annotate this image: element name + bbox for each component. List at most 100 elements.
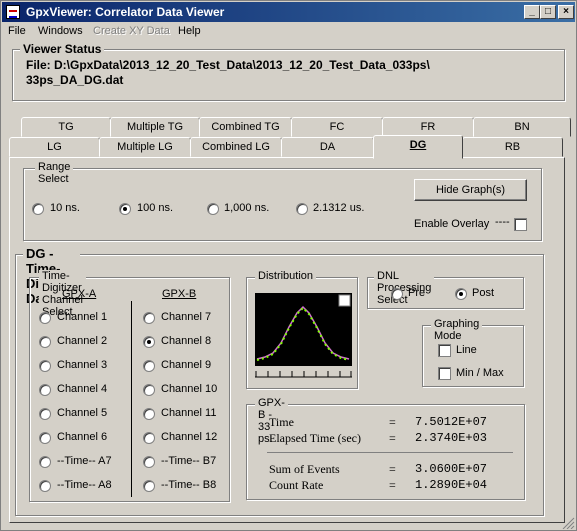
stat-elapsed-eq: = xyxy=(389,431,396,445)
status-file-line1: File: D:\GpxData\2013_12_20_Test_Data\20… xyxy=(26,58,430,72)
gpx-a-channel-radio[interactable] xyxy=(39,384,51,396)
gpx-a-channel-label: Channel 2 xyxy=(57,335,108,347)
tab-tg[interactable]: TG xyxy=(21,117,111,137)
graphing-mode-label: Graphing Mode xyxy=(431,318,483,342)
gpx-a-channel-radio[interactable] xyxy=(39,456,51,468)
tab-da[interactable]: DA xyxy=(281,137,374,157)
dnl-post-label: Post xyxy=(472,287,495,299)
tab-multiple-tg[interactable]: Multiple TG xyxy=(110,117,200,137)
stat-time-label: Time xyxy=(269,415,294,429)
enable-overlay-label: Enable Overlay xyxy=(414,218,490,230)
range-1000ns-label: 1,000 ns. xyxy=(224,202,270,214)
gpx-b-channel-radio[interactable] xyxy=(143,336,155,348)
line-checkbox[interactable] xyxy=(438,344,451,357)
gpx-a-channel-label: --Time-- A7 xyxy=(57,455,112,467)
title-bar[interactable]: GpxViewer: Correlator Data Viewer _ □ × xyxy=(2,2,575,22)
gpx-b-heading: GPX-B xyxy=(162,288,197,300)
gpx-a-channel-radio[interactable] xyxy=(39,432,51,444)
gpx-b-channel-label: Channel 7 xyxy=(161,311,212,323)
range-10ns-label: 10 ns. xyxy=(50,202,80,214)
viewer-status-label: Viewer Status xyxy=(20,42,105,56)
range-1000ns-radio[interactable] xyxy=(207,203,219,215)
gpx-b-channel-radio[interactable] xyxy=(143,384,155,396)
gpx-b-channel-radio[interactable] xyxy=(143,408,155,420)
line-label: Line xyxy=(456,344,477,356)
overlay-dash: ---- xyxy=(495,216,510,228)
menu-create-xy-data[interactable]: Create XY Data xyxy=(93,25,170,37)
channel-divider xyxy=(131,301,132,497)
gpx-b-channel-label: Channel 12 xyxy=(161,431,218,443)
gpx-b-channel-label: Channel 9 xyxy=(161,359,212,371)
gpx-a-channel-radio[interactable] xyxy=(39,312,51,324)
gpx-b-channel-label: Channel 8 xyxy=(161,335,212,347)
gpx-a-channel-label: Channel 1 xyxy=(57,311,108,323)
enable-overlay-checkbox[interactable] xyxy=(514,218,527,231)
gpx-b-channel-radio[interactable] xyxy=(143,456,155,468)
menu-file[interactable]: File xyxy=(8,25,26,37)
gpx-a-channel-radio[interactable] xyxy=(39,360,51,372)
dnl-processing-label: DNL Processing Select xyxy=(374,270,435,306)
stat-elapsed-label: Elapsed Time (sec) xyxy=(269,431,361,445)
minimize-button[interactable]: _ xyxy=(524,5,540,19)
tab-fr[interactable]: FR xyxy=(382,117,474,137)
tab-multiple-lg[interactable]: Multiple LG xyxy=(99,137,191,157)
gpx-b-channel-label: Channel 10 xyxy=(161,383,218,395)
gpx-b-channel-radio[interactable] xyxy=(143,480,155,492)
gpx-a-channel-label: Channel 5 xyxy=(57,407,108,419)
minmax-label: Min / Max xyxy=(456,367,504,379)
window-title: GpxViewer: Correlator Data Viewer xyxy=(26,5,225,19)
tab-bn[interactable]: BN xyxy=(473,117,571,137)
range-10ns-radio[interactable] xyxy=(32,203,44,215)
gpx-a-channel-radio[interactable] xyxy=(39,408,51,420)
stat-sum-events-eq: = xyxy=(389,462,396,476)
range-2us-label: 2.1312 us. xyxy=(313,202,365,214)
minmax-checkbox[interactable] xyxy=(438,367,451,380)
gpx-b-channel-radio[interactable] xyxy=(143,312,155,324)
plot-scale-ticks xyxy=(255,371,352,377)
gpx-b-channel-label: --Time-- B8 xyxy=(161,479,217,491)
gpx-a-channel-radio[interactable] xyxy=(39,336,51,348)
tab-fc[interactable]: FC xyxy=(291,117,383,137)
distribution-plot[interactable] xyxy=(255,293,352,383)
range-2us-radio[interactable] xyxy=(296,203,308,215)
hide-graphs-button[interactable]: Hide Graph(s) xyxy=(414,179,527,201)
close-button[interactable]: × xyxy=(558,5,574,19)
range-100ns-radio[interactable] xyxy=(119,203,131,215)
gpx-b-channel-label: --Time-- B7 xyxy=(161,455,217,467)
stat-sum-events-value: 3.0600E+07 xyxy=(415,462,488,476)
maximize-button[interactable]: □ xyxy=(540,5,556,19)
plot-corner-box[interactable] xyxy=(338,294,351,307)
distribution-label: Distribution xyxy=(255,270,317,282)
stat-time-value: 7.5012E+07 xyxy=(415,415,488,429)
status-file-line2: 33ps_DA_DG.dat xyxy=(26,73,124,87)
gpx-b-channel-radio[interactable] xyxy=(143,432,155,444)
stat-count-rate-eq: = xyxy=(389,478,396,492)
dnl-pre-radio[interactable] xyxy=(391,288,403,300)
gpx-a-channel-radio[interactable] xyxy=(39,480,51,492)
stat-count-rate-value: 1.2890E+04 xyxy=(415,478,488,492)
stat-sum-events-label: Sum of Events xyxy=(269,462,340,476)
gpx-a-channel-label: --Time-- A8 xyxy=(57,479,112,491)
menu-bar: File Windows Create XY Data Help xyxy=(2,23,575,41)
gpx-a-heading: GPX-A xyxy=(62,288,97,300)
dnl-post-radio[interactable] xyxy=(455,288,467,300)
range-100ns-label: 100 ns. xyxy=(137,202,174,214)
stat-time-eq: = xyxy=(389,415,396,429)
stats-separator xyxy=(267,452,513,453)
tab-dg[interactable]: DG xyxy=(373,135,463,159)
resize-grip-icon[interactable] xyxy=(562,517,575,529)
menu-windows[interactable]: Windows xyxy=(38,25,83,37)
stat-elapsed-value: 2.3740E+03 xyxy=(415,431,488,445)
gpx-a-channel-label: Channel 6 xyxy=(57,431,108,443)
tab-rb[interactable]: RB xyxy=(462,137,563,157)
stat-count-rate-label: Count Rate xyxy=(269,478,324,492)
range-select-label: Range Select xyxy=(35,161,74,185)
tab-combined-tg[interactable]: Combined TG xyxy=(199,117,292,137)
tab-combined-lg[interactable]: Combined LG xyxy=(190,137,282,157)
gpx-b-channel-label: Channel 11 xyxy=(161,407,217,419)
tab-lg[interactable]: LG xyxy=(9,137,100,157)
gpx-a-channel-label: Channel 4 xyxy=(57,383,108,395)
menu-help[interactable]: Help xyxy=(178,25,201,37)
gpx-b-channel-radio[interactable] xyxy=(143,360,155,372)
app-icon xyxy=(6,5,20,19)
